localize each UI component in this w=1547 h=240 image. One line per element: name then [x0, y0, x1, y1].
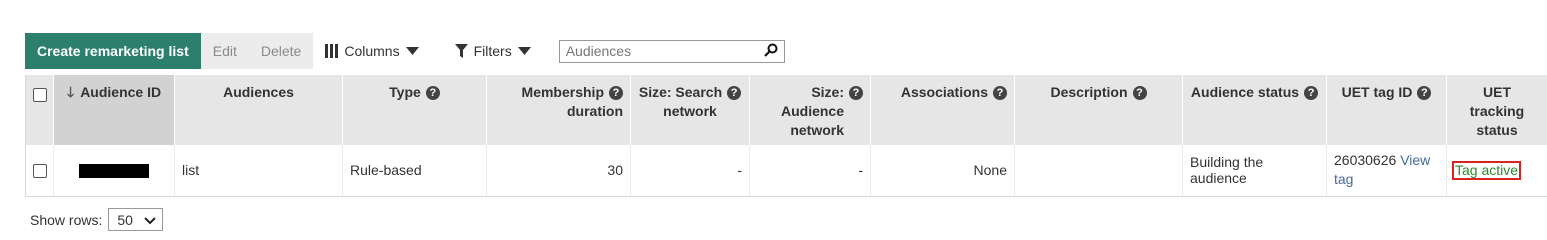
header-type[interactable]: Type? — [342, 75, 487, 145]
header-row: 🡓 Audience ID Audiences Type? Membership?… — [25, 75, 1547, 145]
search-icon[interactable] — [763, 43, 778, 60]
header-size-search-label-1: Size: Search — [638, 84, 723, 100]
uet-tracking-status-cell: Tag active — [1446, 145, 1547, 197]
uet-tag-id-value: 26030626 — [1334, 152, 1397, 169]
membership-duration-cell: 30 — [486, 145, 631, 197]
help-icon[interactable]: ? — [425, 86, 440, 100]
header-membership-duration[interactable]: Membership? duration — [486, 75, 631, 145]
sort-down-arrow-icon: 🡓 — [66, 84, 75, 100]
type-cell: Rule-based — [342, 145, 487, 197]
select-all-checkbox[interactable] — [33, 88, 47, 103]
header-membership-label-1: Membership — [521, 84, 604, 100]
header-description-label: Description — [1050, 84, 1128, 100]
chevron-down-icon — [144, 212, 157, 228]
uet-tag-id-cell: 26030626 View tag — [1326, 145, 1447, 197]
size-search-cell: - — [630, 145, 750, 197]
description-cell — [1014, 145, 1183, 197]
edit-button[interactable]: Edit — [201, 33, 249, 69]
toolbar: Create remarketing list Edit Delete Colu… — [25, 33, 815, 69]
audience-id-cell — [53, 145, 175, 197]
header-audience-status-label: Audience status — [1190, 84, 1300, 100]
header-uet-tracking-status[interactable]: UET tracking status — [1446, 75, 1547, 145]
audience-name-cell[interactable]: list — [174, 145, 343, 197]
columns-icon — [325, 44, 339, 58]
columns-label: Columns — [344, 43, 400, 59]
header-associations-label: Associations — [900, 84, 988, 100]
rows-per-page-select[interactable]: 50 — [108, 208, 164, 231]
header-audience-id[interactable]: 🡓 Audience ID — [53, 75, 175, 145]
search-input[interactable] — [565, 43, 746, 59]
help-icon[interactable]: ? — [849, 86, 863, 100]
header-size-aud-label-3: network — [790, 122, 844, 138]
header-audience-status[interactable]: Audience status? — [1182, 75, 1327, 145]
associations-cell: None — [870, 145, 1015, 197]
pagination-footer: Show rows: 50 — [30, 208, 164, 231]
columns-button[interactable]: Columns — [325, 33, 419, 69]
row-checkbox[interactable] — [33, 164, 47, 179]
header-size-aud-label-2: Audience — [780, 103, 844, 119]
rows-per-page-value: 50 — [117, 211, 133, 228]
header-size-search-label-2: network — [663, 103, 717, 119]
tag-active-status: Tag active — [1452, 160, 1522, 180]
size-audience-cell: - — [749, 145, 871, 197]
header-audiences-label: Audiences — [223, 84, 294, 100]
help-icon[interactable]: ? — [1132, 86, 1147, 100]
help-icon[interactable]: ? — [609, 86, 623, 100]
header-size-aud-label-1: Size: — [811, 84, 844, 100]
header-size-search-network[interactable]: Size: Search? network — [630, 75, 750, 145]
select-all-cell — [25, 75, 54, 145]
edit-delete-group: Edit Delete — [200, 33, 314, 69]
header-uet-tracking-label-1: UET tracking — [1469, 84, 1525, 119]
delete-button[interactable]: Delete — [249, 33, 313, 69]
header-membership-label-2: duration — [567, 103, 623, 119]
header-audiences[interactable]: Audiences — [174, 75, 343, 145]
table-row: list Rule-based 30 - - None Building the… — [25, 145, 1547, 197]
row-select-cell — [25, 145, 54, 197]
audience-status-cell: Building the audience — [1182, 145, 1327, 197]
header-uet-tag-id[interactable]: UET tag ID? — [1326, 75, 1447, 145]
header-description[interactable]: Description? — [1014, 75, 1183, 145]
help-icon[interactable]: ? — [1304, 86, 1319, 100]
header-type-label: Type — [389, 84, 421, 100]
show-rows-label: Show rows: — [30, 211, 103, 228]
filter-icon — [454, 44, 468, 58]
header-uet-tag-id-label: UET tag ID — [1341, 84, 1413, 100]
header-uet-tracking-label-2: status — [1476, 122, 1518, 138]
filters-button[interactable]: Filters — [454, 33, 531, 69]
header-audience-id-label: Audience ID — [80, 84, 162, 100]
help-icon[interactable]: ? — [993, 86, 1007, 100]
help-icon[interactable]: ? — [1417, 86, 1432, 100]
redacted-audience-id — [79, 164, 149, 179]
caret-down-icon — [405, 47, 419, 55]
search-box — [558, 39, 785, 63]
filters-label: Filters — [473, 43, 512, 59]
header-size-audience-network[interactable]: Size:? Audience network — [749, 75, 871, 145]
caret-down-icon — [517, 47, 531, 55]
audiences-table: 🡓 Audience ID Audiences Type? Membership?… — [25, 75, 1547, 197]
header-associations[interactable]: Associations? — [870, 75, 1015, 145]
create-remarketing-list-button[interactable]: Create remarketing list — [25, 33, 201, 69]
help-icon[interactable]: ? — [727, 86, 742, 100]
